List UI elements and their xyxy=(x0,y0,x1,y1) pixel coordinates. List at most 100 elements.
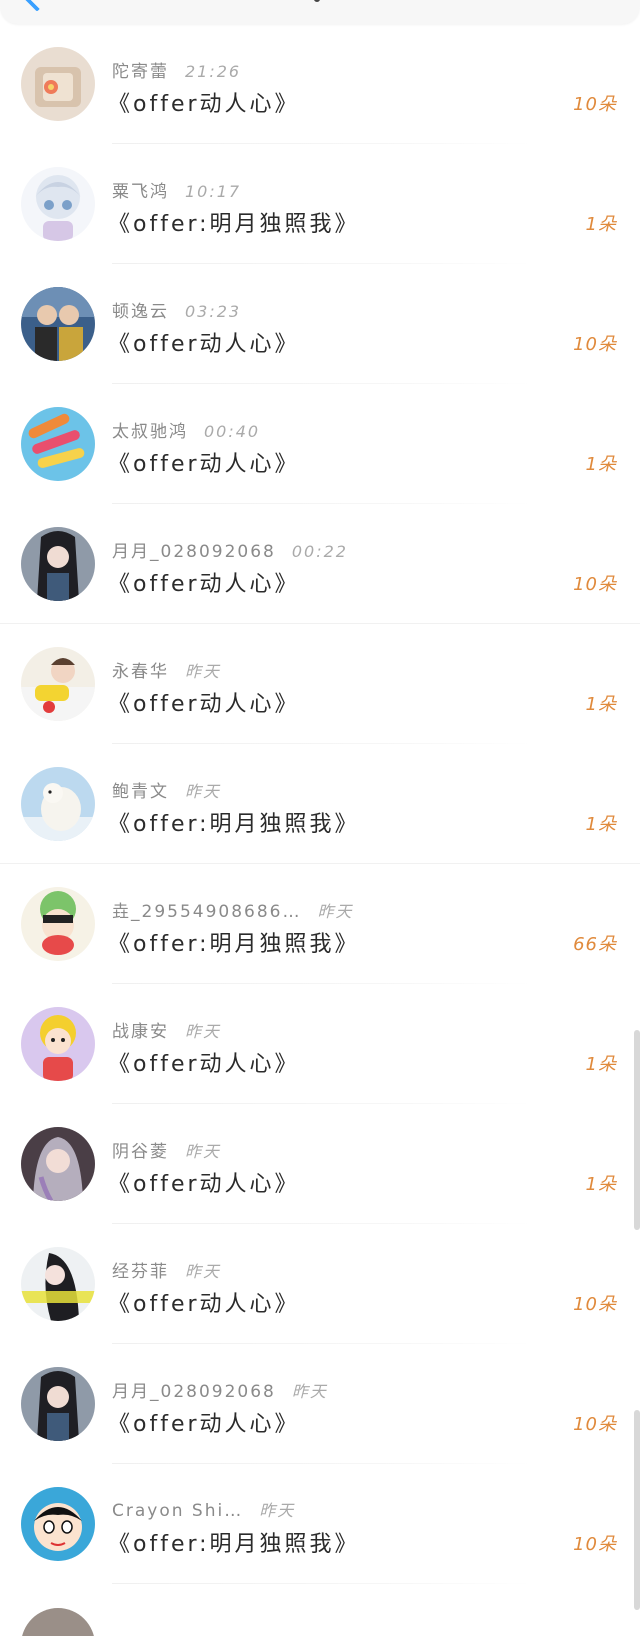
sender-name: 粟飞鸿 xyxy=(112,182,169,202)
timestamp: 00:40 xyxy=(204,422,261,441)
list-item[interactable]: 鲍青文 昨天 《offer:明月独照我》 1朵 xyxy=(0,744,640,864)
list-item[interactable]: 垚_29554908686… 昨天 《offer:明月独照我》 66朵 xyxy=(0,864,640,984)
sender-line: Crayon Shi… 昨天 xyxy=(112,1497,295,1521)
avatar[interactable] xyxy=(21,1127,95,1201)
sender-name: 经芬菲 xyxy=(112,1262,169,1282)
sender-line: 陀寄蕾 21:26 xyxy=(112,57,241,82)
show-title: 《offer动人心》 xyxy=(108,452,300,477)
show-title: 《offer动人心》 xyxy=(108,1292,300,1317)
list-item[interactable]: 顿逸云 03:23 《offer动人心》 10朵 xyxy=(0,264,640,384)
sender-name: 陀寄蕾 xyxy=(112,62,169,82)
timestamp: 昨天 xyxy=(185,1262,222,1281)
timestamp: 昨天 xyxy=(185,782,222,801)
avatar[interactable] xyxy=(21,1608,95,1636)
flower-count: 10朵 xyxy=(573,1414,617,1435)
flower-count: 1朵 xyxy=(585,454,617,475)
flower-count: 10朵 xyxy=(573,334,617,355)
list-item[interactable]: 太叔驰鸿 00:40 《offer动人心》 1朵 xyxy=(0,384,640,504)
list-item[interactable]: Crayon Shi… 昨天 《offer:明月独照我》 10朵 xyxy=(0,1464,640,1584)
timestamp: 03:23 xyxy=(185,302,242,321)
avatar[interactable] xyxy=(21,287,95,361)
sender-line: 战康安 昨天 xyxy=(112,1017,221,1042)
show-title: 《offer动人心》 xyxy=(108,572,300,597)
sender-name: 鲍青文 xyxy=(112,782,169,802)
sender-line: 垚_29554908686… 昨天 xyxy=(112,897,354,922)
divider xyxy=(112,1583,532,1584)
timestamp: 10:17 xyxy=(185,182,242,201)
sender-name: 顿逸云 xyxy=(112,302,169,322)
timestamp: 00:22 xyxy=(291,542,348,561)
avatar[interactable] xyxy=(21,1367,95,1441)
show-title: 《offer:明月独照我》 xyxy=(108,812,360,837)
avatar[interactable] xyxy=(21,647,95,721)
show-title: 《offer动人心》 xyxy=(108,1172,300,1197)
flower-count: 1朵 xyxy=(585,1174,617,1195)
sender-line: 顿逸云 03:23 xyxy=(112,297,241,322)
list-item[interactable]: 粟飞鸿 10:17 《offer:明月独照我》 1朵 xyxy=(0,144,640,264)
avatar[interactable] xyxy=(21,1487,95,1561)
list-item[interactable]: 月月_028092068 00:22 《offer动人心》 10朵 xyxy=(0,504,640,624)
show-title: 《offer:明月独照我》 xyxy=(108,1532,360,1557)
sender-line: 太叔驰鸿 00:40 xyxy=(112,417,260,442)
title-fragment xyxy=(314,0,320,2)
avatar[interactable] xyxy=(21,1247,95,1321)
timestamp: 21:26 xyxy=(185,62,242,81)
chevron-left-icon[interactable] xyxy=(24,0,50,12)
sender-line: 鲍青文 昨天 xyxy=(112,777,221,802)
timestamp: 昨天 xyxy=(185,662,222,681)
list-item[interactable]: 阴谷菱 昨天 《offer动人心》 1朵 xyxy=(0,1104,640,1224)
show-title: 《offer动人心》 xyxy=(108,92,300,117)
timestamp: 昨天 xyxy=(317,902,354,921)
flower-count: 10朵 xyxy=(573,1534,617,1555)
top-bar xyxy=(0,0,640,24)
sender-name: 月月_028092068 xyxy=(112,542,276,562)
flower-count: 66朵 xyxy=(573,934,617,955)
flower-count: 10朵 xyxy=(573,94,617,115)
show-title: 《offer动人心》 xyxy=(108,1412,300,1437)
list-item[interactable]: 陀寄蕾 21:26 《offer动人心》 10朵 xyxy=(0,24,640,144)
sender-line: 阴谷菱 昨天 xyxy=(112,1137,221,1162)
flower-count: 1朵 xyxy=(585,814,617,835)
show-title: 《offer动人心》 xyxy=(108,1052,300,1077)
timestamp: 昨天 xyxy=(185,1022,222,1041)
timestamp: 昨天 xyxy=(185,1142,222,1161)
avatar[interactable] xyxy=(21,1007,95,1081)
sender-line: 月月_028092068 昨天 xyxy=(112,1377,328,1402)
gift-record-list: 陀寄蕾 21:26 《offer动人心》 10朵 粟飞鸿 10:17 《offer:… xyxy=(0,24,640,1584)
flower-count: 10朵 xyxy=(573,574,617,595)
flower-count: 1朵 xyxy=(585,694,617,715)
sender-line: 永春华 昨天 xyxy=(112,657,221,682)
show-title: 《offer:明月独照我》 xyxy=(108,212,360,237)
scrollbar[interactable] xyxy=(634,1030,640,1230)
sender-name: Crayon Shi… xyxy=(112,1501,244,1521)
sender-name: 太叔驰鸿 xyxy=(112,422,188,442)
show-title: 《offer动人心》 xyxy=(108,332,300,357)
avatar[interactable] xyxy=(21,167,95,241)
avatar[interactable] xyxy=(21,527,95,601)
screen: 陀寄蕾 21:26 《offer动人心》 10朵 粟飞鸿 10:17 《offer:… xyxy=(0,0,640,1636)
sender-name: 永春华 xyxy=(112,662,169,682)
flower-count: 1朵 xyxy=(585,1054,617,1075)
avatar[interactable] xyxy=(21,767,95,841)
list-item[interactable]: 永春华 昨天 《offer动人心》 1朵 xyxy=(0,624,640,744)
sender-line: 月月_028092068 00:22 xyxy=(112,537,348,562)
list-item[interactable]: 战康安 昨天 《offer动人心》 1朵 xyxy=(0,984,640,1104)
avatar[interactable] xyxy=(21,407,95,481)
sender-line: 经芬菲 昨天 xyxy=(112,1257,221,1282)
flower-count: 10朵 xyxy=(573,1294,617,1315)
show-title: 《offer:明月独照我》 xyxy=(108,932,360,957)
sender-name: 垚_29554908686… xyxy=(112,902,302,922)
sender-name: 战康安 xyxy=(112,1022,169,1042)
avatar[interactable] xyxy=(21,887,95,961)
sender-name: 月月_028092068 xyxy=(112,1382,276,1402)
scrollbar[interactable] xyxy=(634,1410,640,1610)
list-item[interactable]: 月月_028092068 昨天 《offer动人心》 10朵 xyxy=(0,1344,640,1464)
list-item[interactable]: 经芬菲 昨天 《offer动人心》 10朵 xyxy=(0,1224,640,1344)
flower-count: 1朵 xyxy=(585,214,617,235)
timestamp: 昨天 xyxy=(259,1501,296,1520)
avatar[interactable] xyxy=(21,47,95,121)
show-title: 《offer动人心》 xyxy=(108,692,300,717)
sender-line: 粟飞鸿 10:17 xyxy=(112,177,241,202)
timestamp: 昨天 xyxy=(291,1382,328,1401)
sender-name: 阴谷菱 xyxy=(112,1142,169,1162)
